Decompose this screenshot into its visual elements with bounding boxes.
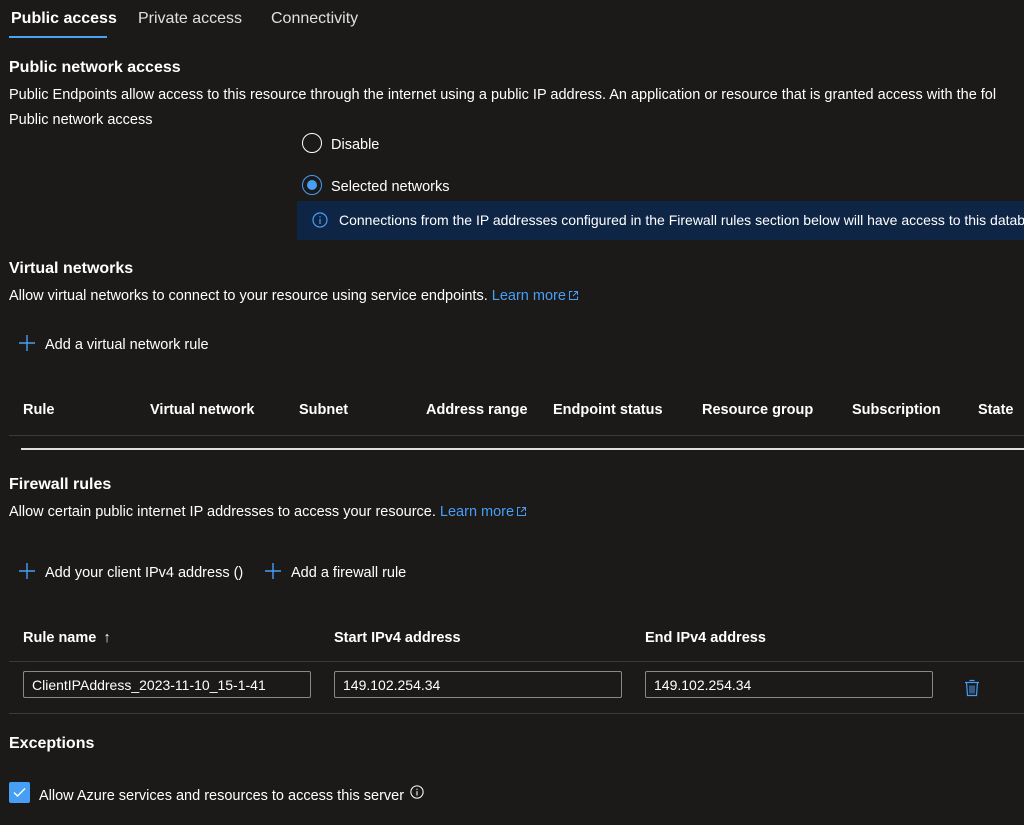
public-network-description: Public Endpoints allow access to this re… <box>9 87 997 103</box>
virtual-networks-description: Allow virtual networks to connect to you… <box>9 288 579 304</box>
virtual-networks-learn-more-link[interactable]: Learn more <box>492 288 579 304</box>
vnet-col-endpoint-status[interactable]: Endpoint status <box>553 402 663 418</box>
delete-rule-trash-icon[interactable] <box>963 678 981 698</box>
checkmark-icon <box>13 788 26 797</box>
info-message-bar: Connections from the IP addresses config… <box>297 201 1024 240</box>
public-network-title: Public network access <box>9 59 181 76</box>
info-icon[interactable] <box>410 785 424 799</box>
allow-azure-services-checkbox[interactable] <box>9 782 30 803</box>
external-link-icon <box>517 507 527 516</box>
info-icon <box>312 212 328 228</box>
start-ip-input[interactable] <box>334 671 622 698</box>
vnet-col-virtual-network[interactable]: Virtual network <box>150 402 254 418</box>
vnet-col-resource-group[interactable]: Resource group <box>702 402 813 418</box>
disable-radio-label[interactable]: Disable <box>331 137 379 153</box>
tab-public-access[interactable]: Public access <box>11 10 117 28</box>
fw-col-start-ip[interactable]: Start IPv4 address <box>334 630 461 646</box>
add-firewall-rule-button[interactable]: Add a firewall rule <box>264 562 406 581</box>
vnet-header-divider <box>9 435 1024 436</box>
virtual-networks-description-text: Allow virtual networks to connect to you… <box>9 288 488 304</box>
fw-row-divider <box>9 713 1024 714</box>
vnet-col-subnet[interactable]: Subnet <box>299 402 348 418</box>
vnet-table-bottom-border <box>21 448 1024 450</box>
public-network-field-label: Public network access <box>9 112 153 128</box>
vnet-col-subscription[interactable]: Subscription <box>852 402 941 418</box>
vnet-col-address-range[interactable]: Address range <box>426 402 528 418</box>
vnet-col-state[interactable]: State <box>978 402 1013 418</box>
sort-ascending-icon: ↑ <box>103 630 111 646</box>
firewall-rules-description-text: Allow certain public internet IP address… <box>9 504 436 520</box>
firewall-rules-description: Allow certain public internet IP address… <box>9 504 527 520</box>
firewall-rules-title: Firewall rules <box>9 476 112 493</box>
tab-connectivity[interactable]: Connectivity <box>271 10 358 28</box>
fw-col-end-ip[interactable]: End IPv4 address <box>645 630 766 646</box>
fw-col-rule-name[interactable]: Rule name ↑ <box>23 630 111 646</box>
allow-azure-services-label[interactable]: Allow Azure services and resources to ac… <box>39 785 424 804</box>
exceptions-title: Exceptions <box>9 735 95 752</box>
end-ip-input[interactable] <box>645 671 933 698</box>
add-client-ip-button[interactable]: Add your client IPv4 address () <box>18 562 243 581</box>
virtual-networks-title: Virtual networks <box>9 260 134 277</box>
rule-name-input[interactable] <box>23 671 311 698</box>
vnet-col-rule[interactable]: Rule <box>23 402 54 418</box>
fw-header-divider <box>9 661 1024 662</box>
networking-page: Public access Private access Connectivit… <box>0 0 1024 825</box>
external-link-icon <box>568 291 578 300</box>
selected-networks-radio-label[interactable]: Selected networks <box>331 179 449 195</box>
plus-icon <box>19 563 35 579</box>
info-message-text: Connections from the IP addresses config… <box>339 212 1024 228</box>
selected-networks-radio[interactable] <box>302 175 322 195</box>
disable-radio[interactable] <box>302 133 322 153</box>
firewall-learn-more-link[interactable]: Learn more <box>440 504 527 520</box>
plus-icon <box>265 563 281 579</box>
plus-icon <box>19 335 35 351</box>
tab-private-access[interactable]: Private access <box>138 10 242 28</box>
active-tab-indicator <box>9 36 107 38</box>
add-virtual-network-rule-button[interactable]: Add a virtual network rule <box>18 334 209 353</box>
